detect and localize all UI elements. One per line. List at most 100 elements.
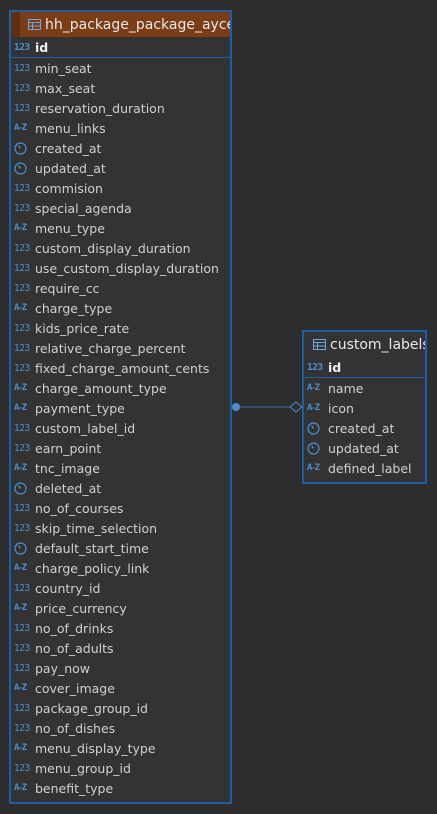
numeric-type-icon: 123 xyxy=(14,642,30,654)
column-row[interactable]: 123 kids_price_rate xyxy=(11,318,230,338)
numeric-type-icon: 123 xyxy=(14,702,30,714)
table-header[interactable]: custom_labels xyxy=(304,332,425,357)
column-name: earn_point xyxy=(35,440,102,456)
column-name: kids_price_rate xyxy=(35,320,130,336)
column-row[interactable]: 123 relative_charge_percent xyxy=(11,338,230,358)
column-name: special_agenda xyxy=(35,200,132,216)
relationship-many-end xyxy=(232,403,240,411)
text-type-icon: A-Z xyxy=(14,743,27,753)
numeric-type-icon: 123 xyxy=(14,322,30,334)
column-name: menu_group_id xyxy=(35,760,131,776)
table-hh-package-package-ayces[interactable]: hh_package_package_ayces 123 id 123 min_sea… xyxy=(9,10,232,804)
column-row[interactable]: 123 earn_point xyxy=(11,438,230,458)
column-row[interactable]: 123 no_of_drinks xyxy=(11,618,230,638)
column-name: menu_links xyxy=(35,120,106,136)
column-row[interactable]: 123 use_custom_display_duration xyxy=(11,258,230,278)
column-row[interactable]: default_start_time xyxy=(11,538,230,558)
column-row[interactable]: A - Z cover_image xyxy=(11,678,230,698)
column-name: charge_type xyxy=(35,300,113,316)
column-row[interactable]: 123 max_seat xyxy=(11,78,230,98)
numeric-type-icon: 123 xyxy=(14,622,30,634)
column-row[interactable]: 123 min_seat xyxy=(11,58,230,78)
column-row[interactable]: 123 no_of_adults xyxy=(11,638,230,658)
numeric-type-icon: 123 xyxy=(14,502,30,514)
table-custom-labels[interactable]: custom_labels 123 id A - Z name A - Z icon created… xyxy=(302,330,427,484)
column-row[interactable]: 123 reservation_duration xyxy=(11,98,230,118)
column-name: price_currency xyxy=(35,600,127,616)
column-row[interactable]: 123 special_agenda xyxy=(11,198,230,218)
column-name: name xyxy=(328,380,364,396)
text-type-icon: A-Z xyxy=(14,383,27,393)
column-row[interactable]: updated_at xyxy=(11,158,230,178)
column-row[interactable]: A - Z menu_links xyxy=(11,118,230,138)
column-row[interactable]: A - Z charge_type xyxy=(11,298,230,318)
column-row[interactable]: A - Z price_currency xyxy=(11,598,230,618)
column-row[interactable]: 123 pay_now xyxy=(11,658,230,678)
column-name: custom_display_duration xyxy=(35,240,191,256)
numeric-type-icon: 123 xyxy=(14,242,30,254)
clock-icon xyxy=(14,161,33,175)
column-row[interactable]: A - Z name xyxy=(304,378,425,398)
column-name: menu_type xyxy=(35,220,105,236)
column-row[interactable]: A - Z charge_policy_link xyxy=(11,558,230,578)
primary-key-column[interactable]: 123 id xyxy=(304,357,425,378)
column-row[interactable]: A - Z payment_type xyxy=(11,398,230,418)
column-row[interactable]: 123 package_group_id xyxy=(11,698,230,718)
table-icon xyxy=(28,19,41,30)
column-row[interactable]: 123 require_cc xyxy=(11,278,230,298)
column-name: charge_amount_type xyxy=(35,380,167,396)
text-type-icon: A-Z xyxy=(14,223,27,233)
column-row[interactable]: A - Z benefit_type xyxy=(11,778,230,798)
column-name: updated_at xyxy=(35,160,106,176)
column-row[interactable]: 123 custom_label_id xyxy=(11,418,230,438)
column-name: icon xyxy=(328,400,354,416)
column-row[interactable]: A - Z charge_amount_type xyxy=(11,378,230,398)
column-row[interactable]: 123 no_of_courses xyxy=(11,498,230,518)
column-name: tnc_image xyxy=(35,460,100,476)
column-name: commision xyxy=(35,180,103,196)
text-type-icon: A-Z xyxy=(307,383,320,393)
column-name: defined_label xyxy=(328,460,412,476)
column-row[interactable]: A - Z defined_label xyxy=(304,458,425,478)
column-row[interactable]: deleted_at xyxy=(11,478,230,498)
column-row[interactable]: created_at xyxy=(11,138,230,158)
column-list: 123 id A - Z name A - Z icon created_at updated_at A… xyxy=(304,357,425,478)
column-name: max_seat xyxy=(35,80,96,96)
table-icon xyxy=(313,339,326,350)
column-name: use_custom_display_duration xyxy=(35,260,219,276)
table-header[interactable]: hh_package_package_ayces xyxy=(11,12,230,37)
column-row[interactable]: 123 fixed_charge_amount_cents xyxy=(11,358,230,378)
numeric-type-icon: 123 xyxy=(14,662,30,674)
column-row[interactable]: A - Z menu_display_type xyxy=(11,738,230,758)
column-name: country_id xyxy=(35,580,101,596)
column-row[interactable]: 123 country_id xyxy=(11,578,230,598)
column-name: id xyxy=(328,359,342,375)
column-row[interactable]: 123 no_of_dishes xyxy=(11,718,230,738)
numeric-type-icon: 123 xyxy=(14,342,30,354)
numeric-type-icon: 123 xyxy=(14,82,30,94)
column-row[interactable]: 123 skip_time_selection xyxy=(11,518,230,538)
column-row[interactable]: A - Z menu_type xyxy=(11,218,230,238)
column-name: cover_image xyxy=(35,680,115,696)
numeric-type-icon: 123 xyxy=(14,582,30,594)
column-row[interactable]: A - Z tnc_image xyxy=(11,458,230,478)
numeric-type-icon: 123 xyxy=(14,262,30,274)
column-row[interactable]: updated_at xyxy=(304,438,425,458)
column-name: custom_label_id xyxy=(35,420,136,436)
column-row[interactable]: created_at xyxy=(304,418,425,438)
column-row[interactable]: 123 custom_display_duration xyxy=(11,238,230,258)
column-name: menu_display_type xyxy=(35,740,156,756)
column-row[interactable]: 123 commision xyxy=(11,178,230,198)
column-name: no_of_dishes xyxy=(35,720,116,736)
text-type-icon: A-Z xyxy=(307,463,320,473)
column-name: reservation_duration xyxy=(35,100,165,116)
primary-key-column[interactable]: 123 id xyxy=(11,37,230,58)
text-type-icon: A-Z xyxy=(14,563,27,573)
column-name: skip_time_selection xyxy=(35,520,158,536)
column-row[interactable]: 123 menu_group_id xyxy=(11,758,230,778)
column-list: 123 id 123 min_seat 123 max_seat 123 reservatio… xyxy=(11,37,230,798)
column-row[interactable]: A - Z icon xyxy=(304,398,425,418)
clock-icon xyxy=(307,441,326,455)
numeric-type-icon: 123 xyxy=(14,202,30,214)
numeric-type-icon: 123 xyxy=(14,362,30,374)
